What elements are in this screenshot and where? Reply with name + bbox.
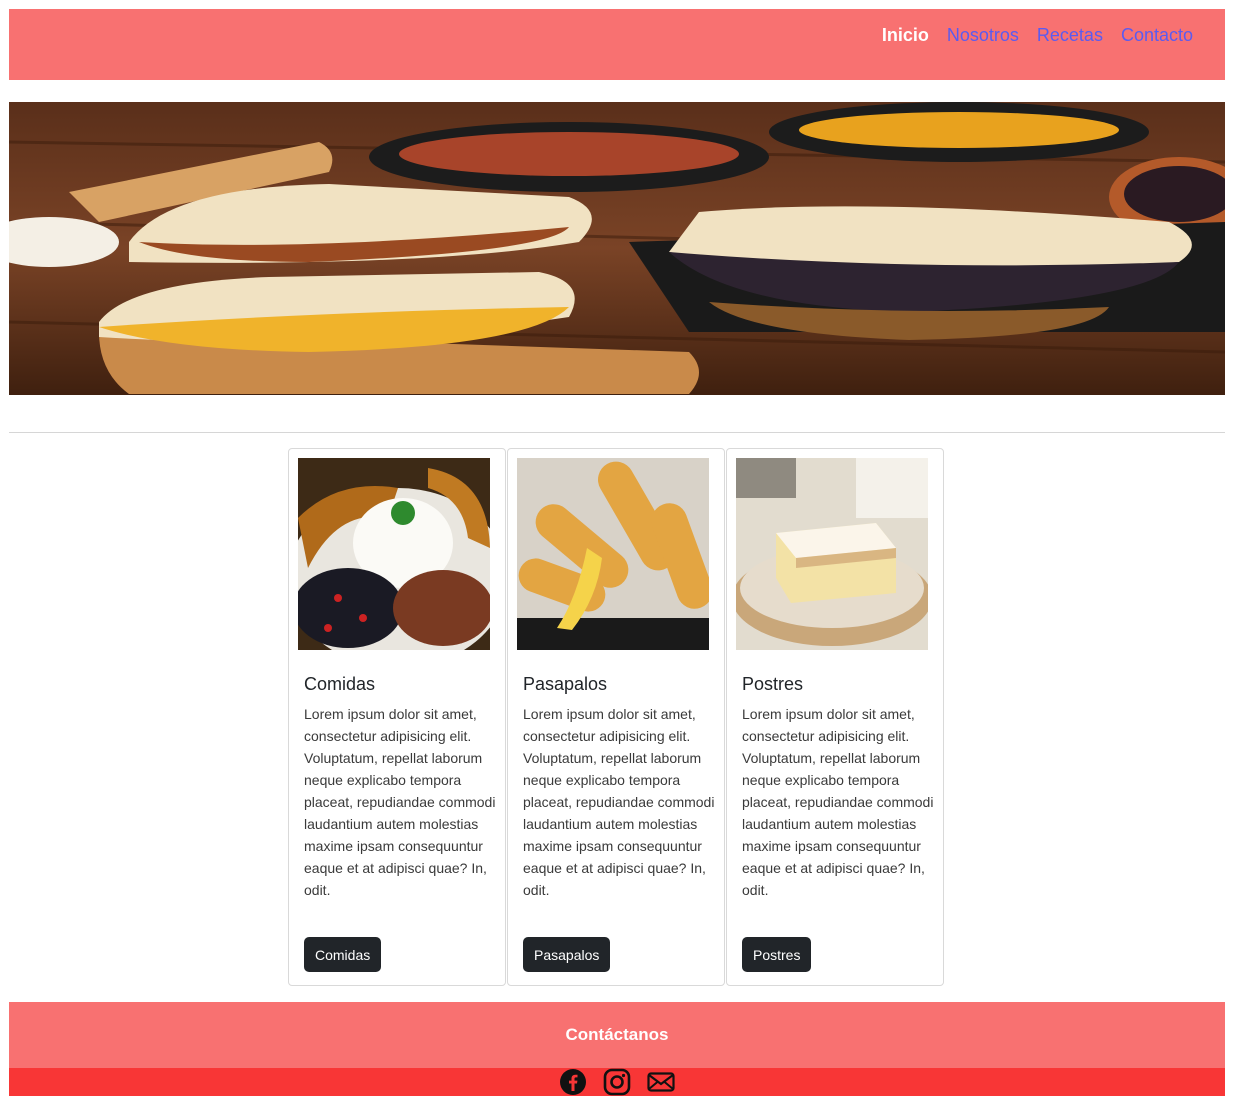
footer: Contáctanos [9, 1002, 1225, 1068]
category-cards: Comidas Lorem ipsum dolor sit amet, cons… [288, 448, 945, 986]
comidas-image [298, 458, 490, 650]
comidas-button[interactable]: Comidas [304, 937, 382, 972]
card-title: Postres [742, 674, 804, 694]
card-pasapalos: Pasapalos Lorem ipsum dolor sit amet, co… [507, 448, 725, 986]
section-divider [9, 432, 1225, 433]
card-text: Lorem ipsum dolor sit amet, consectetur … [304, 706, 496, 898]
card-comidas: Comidas Lorem ipsum dolor sit amet, cons… [288, 448, 506, 986]
hero-image [9, 102, 1225, 395]
card-text: Lorem ipsum dolor sit amet, consectetur … [742, 706, 934, 898]
footer-title: Contáctanos [565, 1025, 669, 1044]
nav-link-recetas[interactable]: Recetas [1037, 25, 1103, 46]
pasapalos-image [517, 458, 709, 650]
card-title: Comidas [304, 674, 376, 694]
nav-links: Inicio Nosotros Recetas Contacto [882, 9, 1193, 61]
nav-link-contacto[interactable]: Contacto [1121, 25, 1193, 46]
mail-icon[interactable] [647, 1068, 675, 1096]
card-text: Lorem ipsum dolor sit amet, consectetur … [523, 706, 715, 898]
nav-link-inicio[interactable]: Inicio [882, 25, 929, 46]
social-bar [9, 1068, 1225, 1096]
instagram-icon[interactable] [603, 1068, 631, 1096]
facebook-icon[interactable] [559, 1068, 587, 1096]
postres-button[interactable]: Postres [742, 937, 812, 972]
nav-link-nosotros[interactable]: Nosotros [947, 25, 1019, 46]
navbar: Inicio Nosotros Recetas Contacto [9, 9, 1225, 80]
postres-image [736, 458, 928, 650]
card-postres: Postres Lorem ipsum dolor sit amet, cons… [726, 448, 944, 986]
pasapalos-button[interactable]: Pasapalos [523, 937, 611, 972]
card-title: Pasapalos [523, 674, 608, 694]
